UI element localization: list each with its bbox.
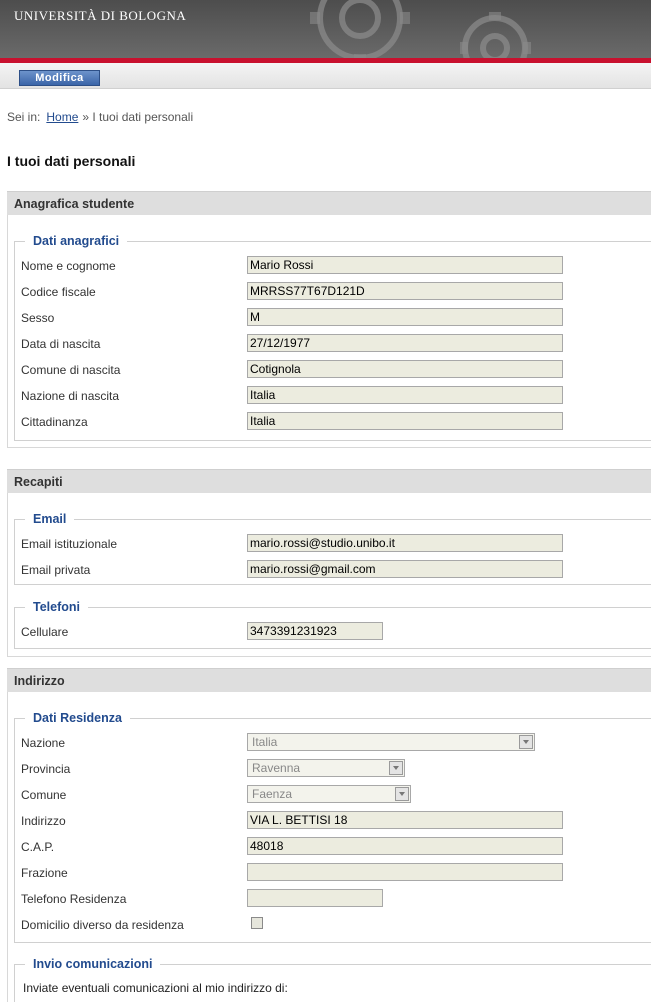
label-codice-fiscale: Codice fiscale — [21, 285, 96, 299]
toolbar: Modifica — [0, 63, 651, 89]
label-frazione: Frazione — [21, 866, 68, 880]
row-nazione-nascita: Nazione di nascita Italia — [21, 386, 581, 404]
row-cap: C.A.P. 48018 — [21, 837, 581, 855]
legend-invio-comunicazioni: Invio comunicazioni — [25, 957, 161, 971]
field-nome-cognome[interactable]: Mario Rossi — [247, 256, 563, 274]
chevron-down-icon[interactable] — [395, 787, 409, 801]
modifica-button[interactable]: Modifica — [19, 70, 100, 86]
field-cellulare[interactable]: 3473391231923 — [247, 622, 383, 640]
site-header: UNIVERSITÀ DI BOLOGNA — [0, 0, 651, 58]
row-indirizzo: Indirizzo VIA L. BETTISI 18 — [21, 811, 581, 829]
row-provincia: Provincia Ravenna — [21, 759, 581, 777]
university-brand: UNIVERSITÀ DI BOLOGNA — [14, 8, 187, 23]
field-comune-nascita[interactable]: Cotignola — [247, 360, 563, 378]
label-nazione: Nazione — [21, 736, 66, 750]
row-sesso: Sesso M — [21, 308, 581, 326]
breadcrumb: Sei in: Home » I tuoi dati personali — [7, 110, 193, 124]
comunicazioni-note: Inviate eventuali comunicazioni al mio i… — [23, 981, 288, 995]
section-anagrafica-header: Anagrafica studente — [7, 191, 651, 215]
field-data-nascita[interactable]: 27/12/1977 — [247, 334, 563, 352]
select-provincia-value: Ravenna — [252, 761, 301, 775]
legend-dati-residenza: Dati Residenza — [25, 711, 130, 725]
label-cap: C.A.P. — [21, 840, 55, 854]
chevron-down-icon[interactable] — [389, 761, 403, 775]
breadcrumb-home-link[interactable]: Home — [46, 110, 78, 124]
row-codice-fiscale: Codice fiscale MRRSS77T67D121D — [21, 282, 581, 300]
select-nazione[interactable]: Italia — [247, 733, 535, 751]
row-email-istituzionale: Email istituzionale mario.rossi@studio.u… — [21, 534, 581, 552]
row-cittadinanza: Cittadinanza Italia — [21, 412, 581, 430]
label-telefono-residenza: Telefono Residenza — [21, 892, 127, 906]
chevron-down-icon[interactable] — [519, 735, 533, 749]
label-cittadinanza: Cittadinanza — [21, 415, 88, 429]
breadcrumb-prefix: Sei in: — [7, 110, 41, 124]
field-indirizzo[interactable]: VIA L. BETTISI 18 — [247, 811, 563, 829]
row-email-privata: Email privata mario.rossi@gmail.com — [21, 560, 581, 578]
breadcrumb-current: » I tuoi dati personali — [82, 110, 194, 124]
label-comune: Comune — [21, 788, 67, 802]
label-cellulare: Cellulare — [21, 625, 69, 639]
row-domicilio: Domicilio diverso da residenza — [21, 915, 581, 933]
row-telefono-residenza: Telefono Residenza — [21, 889, 581, 907]
label-indirizzo: Indirizzo — [21, 814, 66, 828]
legend-dati-anagrafici: Dati anagrafici — [25, 234, 128, 248]
field-codice-fiscale[interactable]: MRRSS77T67D121D — [247, 282, 563, 300]
row-data-nascita: Data di nascita 27/12/1977 — [21, 334, 581, 352]
row-nazione: Nazione Italia — [21, 733, 581, 751]
row-comune: Comune Faenza — [21, 785, 581, 803]
row-comune-nascita: Comune di nascita Cotignola — [21, 360, 581, 378]
field-frazione[interactable] — [247, 863, 563, 881]
row-frazione: Frazione — [21, 863, 581, 881]
field-email-privata[interactable]: mario.rossi@gmail.com — [247, 560, 563, 578]
label-nazione-nascita: Nazione di nascita — [21, 389, 120, 403]
legend-telefoni: Telefoni — [25, 600, 88, 614]
label-domicilio: Domicilio diverso da residenza — [21, 918, 184, 932]
section-recapiti-header: Recapiti — [7, 469, 651, 493]
label-sesso: Sesso — [21, 311, 55, 325]
row-nome-cognome: Nome e cognome Mario Rossi — [21, 256, 581, 274]
select-nazione-value: Italia — [252, 735, 278, 749]
label-email-istituzionale: Email istituzionale — [21, 537, 118, 551]
select-comune[interactable]: Faenza — [247, 785, 411, 803]
label-email-privata: Email privata — [21, 563, 91, 577]
label-comune-nascita: Comune di nascita — [21, 363, 121, 377]
label-nome-cognome: Nome e cognome — [21, 259, 116, 273]
page-title: I tuoi dati personali — [7, 153, 136, 169]
select-provincia[interactable]: Ravenna — [247, 759, 405, 777]
field-sesso[interactable]: M — [247, 308, 563, 326]
field-cittadinanza[interactable]: Italia — [247, 412, 563, 430]
label-data-nascita: Data di nascita — [21, 337, 101, 351]
section-indirizzo-header: Indirizzo — [7, 668, 651, 692]
gears-decoration — [310, 0, 531, 58]
legend-email: Email — [25, 512, 75, 526]
fieldset-dati-residenza: Dati Residenza — [14, 711, 651, 943]
row-cellulare: Cellulare 3473391231923 — [21, 622, 581, 640]
field-telefono-residenza[interactable] — [247, 889, 383, 907]
field-email-istituzionale[interactable]: mario.rossi@studio.unibo.it — [247, 534, 563, 552]
field-cap[interactable]: 48018 — [247, 837, 563, 855]
select-comune-value: Faenza — [252, 787, 293, 801]
label-provincia: Provincia — [21, 762, 71, 776]
field-nazione-nascita[interactable]: Italia — [247, 386, 563, 404]
checkbox-domicilio[interactable] — [251, 917, 263, 929]
